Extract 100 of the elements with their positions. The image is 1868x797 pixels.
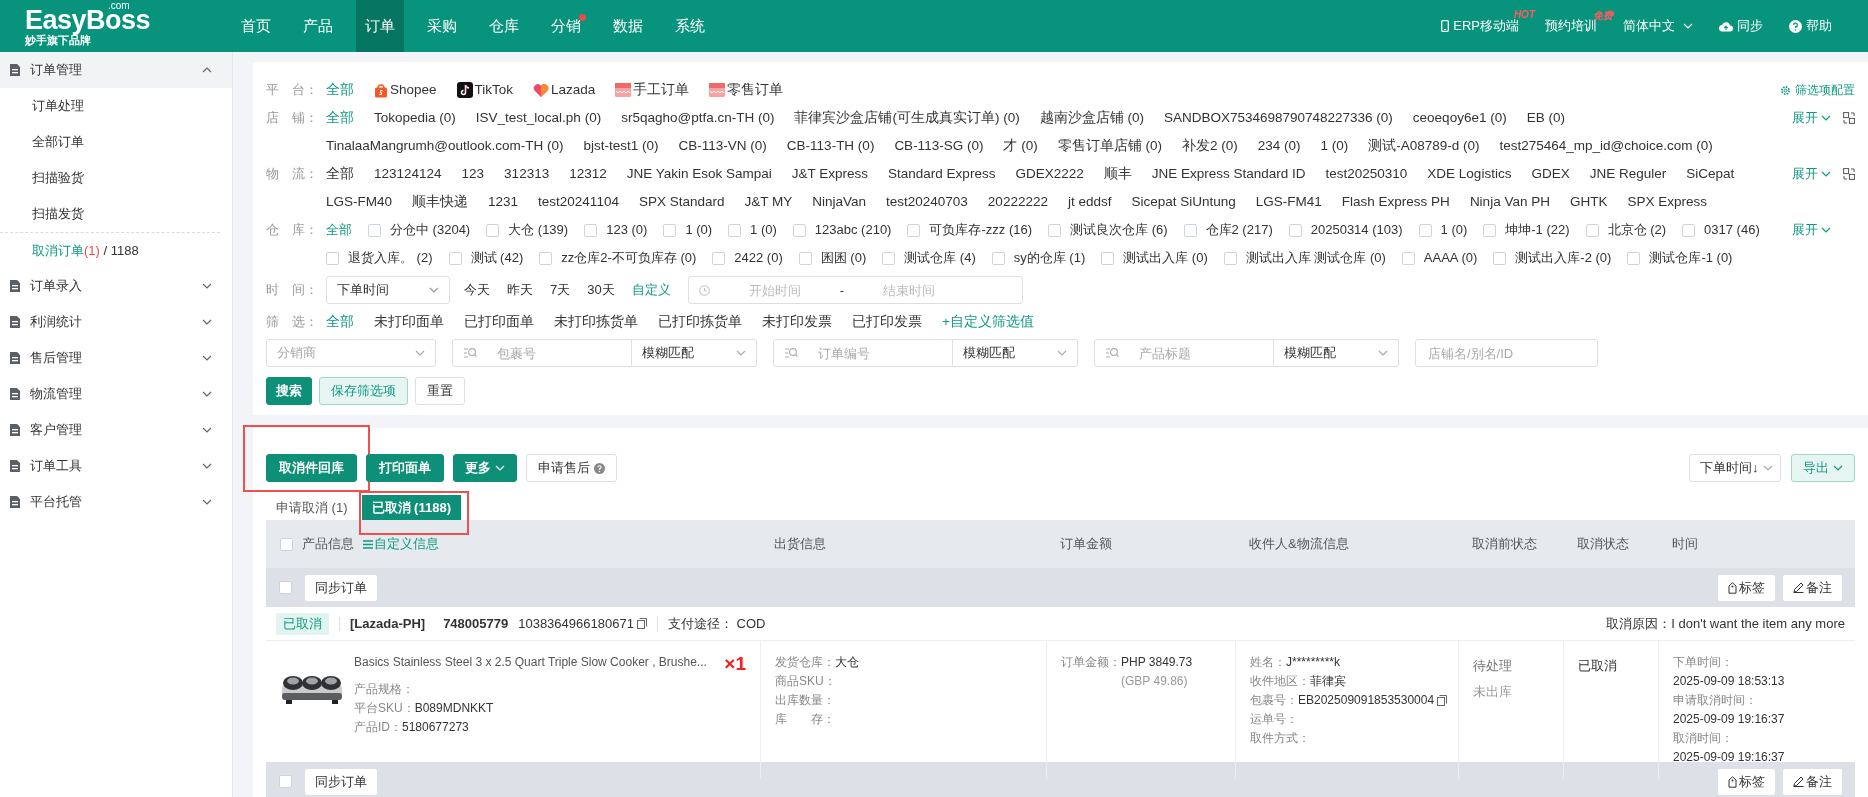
warehouse-checkbox[interactable]: AAAA (0) [1401, 244, 1478, 272]
search-field[interactable]: 产品标题 [1094, 339, 1274, 367]
filter-option[interactable]: 顺丰快递 [412, 188, 469, 216]
filter-option[interactable]: GHTK [1569, 188, 1608, 216]
filter-option[interactable]: 234 (0) [1257, 132, 1301, 160]
warehouse-checkbox[interactable]: 测试 (42) [448, 244, 524, 272]
warehouse-checkbox[interactable]: 1 (0) [1418, 216, 1468, 244]
warehouse-checkbox[interactable]: zz仓库2-不可负库存 (0) [539, 244, 697, 272]
filter-option[interactable]: sr5qagho@ptfa.cn-TH (0) [621, 104, 775, 132]
warehouse-checkbox[interactable]: 测试良次仓库 (6) [1048, 216, 1168, 244]
warehouse-checkbox[interactable]: 囷囷 (0) [798, 244, 867, 272]
warehouse-checkbox[interactable]: 123 (0) [584, 216, 648, 244]
warehouse-checkbox[interactable]: 分仓中 (3204) [368, 216, 471, 244]
filter-option[interactable]: 已打印面单 [464, 308, 534, 336]
filter-option[interactable]: 未打印面单 [374, 308, 444, 336]
date-shortcut[interactable]: 7天 [550, 276, 571, 304]
filter-option[interactable]: J&T MY [744, 188, 793, 216]
tab[interactable]: 已取消 (1188) [361, 495, 461, 520]
match-select[interactable]: 模糊匹配 [953, 339, 1078, 367]
filter-option[interactable]: 手工订单 [615, 76, 690, 104]
sidebar-item[interactable]: 扫描验货 [0, 160, 232, 196]
filter-option[interactable]: Shopee [374, 76, 437, 104]
search-input[interactable]: 产品标题 [1137, 344, 1257, 362]
warehouse-checkbox[interactable]: 1 (0) [663, 216, 713, 244]
end-date-input[interactable]: 结束时间 [844, 281, 975, 299]
filter-option[interactable]: 菲律宾沙盒店铺(可生成真实订单) (0) [794, 104, 1020, 132]
search-input[interactable]: 订单编号 [816, 344, 936, 362]
match-select[interactable]: 模糊匹配 [1274, 339, 1399, 367]
warehouse-checkbox[interactable]: 1 (0) [728, 216, 777, 244]
sidebar-item[interactable]: 订单处理 [0, 88, 232, 124]
filter-option[interactable]: 越南沙盒店铺 (0) [1039, 104, 1144, 132]
filter-option[interactable]: 已打印发票 [852, 308, 922, 336]
sidebar-item[interactable]: 取消订单(1) / 1188 [0, 232, 220, 268]
search-field[interactable]: 订单编号 [773, 339, 953, 367]
tab[interactable]: 申请取消 (1) [266, 495, 358, 520]
filter-option[interactable]: 全部 [326, 104, 354, 132]
filter-option[interactable]: CB-113-TH (0) [786, 132, 875, 160]
filter-option[interactable]: 全部 [326, 160, 354, 188]
filter-option[interactable]: 20222222 [987, 188, 1048, 216]
warehouse-checkbox[interactable]: 测试仓库-1 (0) [1627, 244, 1733, 272]
expand-link[interactable]: 展开 [1792, 165, 1831, 183]
date-range-field[interactable]: 开始时间 - 结束时间 [687, 276, 1023, 304]
order-checkbox[interactable] [279, 581, 292, 594]
filter-option[interactable]: SPX Standard [638, 188, 725, 216]
warehouse-checkbox[interactable]: 坤坤-1 (22) [1483, 216, 1570, 244]
sidebar-item[interactable]: 全部订单 [0, 124, 232, 160]
filter-option[interactable]: ISV_test_local.ph (0) [475, 104, 602, 132]
filter-option[interactable]: CB-113-SG (0) [894, 132, 984, 160]
match-select[interactable]: 模糊匹配 [632, 339, 757, 367]
header-link[interactable]: 简体中文 [1623, 17, 1693, 35]
filter-button[interactable]: 重置 [415, 377, 465, 405]
filter-option[interactable]: 123 [461, 160, 485, 188]
custom-filter-link[interactable]: +自定义筛选值 [942, 308, 1034, 336]
header-link[interactable]: 同步 [1719, 17, 1763, 35]
warehouse-checkbox[interactable]: 大仓 (139) [486, 216, 569, 244]
warehouse-checkbox[interactable]: 测试出入库 (0) [1101, 244, 1208, 272]
nav-tab[interactable]: 系统 [666, 0, 714, 52]
filter-option[interactable]: 12312 [569, 160, 607, 188]
filter-option[interactable]: 1 (0) [1320, 132, 1349, 160]
date-shortcut[interactable]: 昨天 [507, 276, 533, 304]
filter-option[interactable]: Flash Express PH [1341, 188, 1450, 216]
filter-option[interactable]: ceoeqoy6e1 (0) [1412, 104, 1507, 132]
warehouse-checkbox[interactable]: 0317 (46) [1682, 216, 1760, 244]
filter-option[interactable]: JNE Yakin Esok Sampai [626, 160, 772, 188]
filter-option[interactable]: 零售订单店铺 (0) [1057, 132, 1162, 160]
filter-option[interactable]: 未打印发票 [762, 308, 832, 336]
sidebar-item[interactable]: 扫描发货 [0, 196, 232, 232]
filter-option[interactable]: SiCepat [1686, 160, 1735, 188]
warehouse-checkbox[interactable]: 测试仓库 (4) [882, 244, 976, 272]
sync-button[interactable]: 同步订单 [305, 768, 377, 795]
filter-option[interactable]: GDEX2222 [1015, 160, 1084, 188]
expand-link[interactable]: 展开 [1792, 109, 1831, 127]
header-link[interactable]: 帮助 [1789, 17, 1832, 35]
filter-option[interactable]: J&T Express [791, 160, 869, 188]
note-button[interactable]: 备注 [1783, 574, 1842, 601]
warehouse-checkbox[interactable]: 可负库存-zzz (16) [907, 216, 1033, 244]
nav-tab[interactable]: 首页 [232, 0, 280, 52]
nav-tab[interactable]: 数据 [604, 0, 652, 52]
filter-option[interactable]: LGS-FM40 [326, 188, 393, 216]
filter-config-link[interactable]: 筛选项配置 [1780, 76, 1855, 104]
warehouse-checkbox[interactable]: 20250314 (103) [1288, 216, 1403, 244]
date-shortcut[interactable]: 今天 [464, 276, 490, 304]
warehouse-checkbox[interactable]: sy的仓库 (1) [991, 244, 1086, 272]
filter-option[interactable]: 全部 [326, 76, 354, 104]
filter-option[interactable]: jt eddsf [1067, 188, 1112, 216]
sidebar-group[interactable]: 订单录入 [0, 268, 232, 304]
search-field[interactable]: 包裹号 [452, 339, 632, 367]
filter-option[interactable]: Standard Express [888, 160, 996, 188]
action-button[interactable]: 更多 [453, 454, 517, 482]
filter-option[interactable]: 123124124 [374, 160, 442, 188]
filter-option[interactable]: 补发2 (0) [1181, 132, 1238, 160]
filter-option[interactable]: JNE Express Standard ID [1151, 160, 1306, 188]
time-type-select[interactable]: 下单时间 [326, 276, 450, 304]
sync-button[interactable]: 同步订单 [305, 574, 377, 601]
sidebar-group[interactable]: 订单管理 [0, 52, 232, 88]
nav-tab[interactable]: 订单 [356, 0, 404, 52]
header-link[interactable]: ERP移动端 [1441, 17, 1519, 35]
filter-option[interactable]: 才 (0) [1003, 132, 1038, 160]
filter-option[interactable]: CB-113-VN (0) [678, 132, 767, 160]
filter-option[interactable]: Ninja Van PH [1469, 188, 1550, 216]
